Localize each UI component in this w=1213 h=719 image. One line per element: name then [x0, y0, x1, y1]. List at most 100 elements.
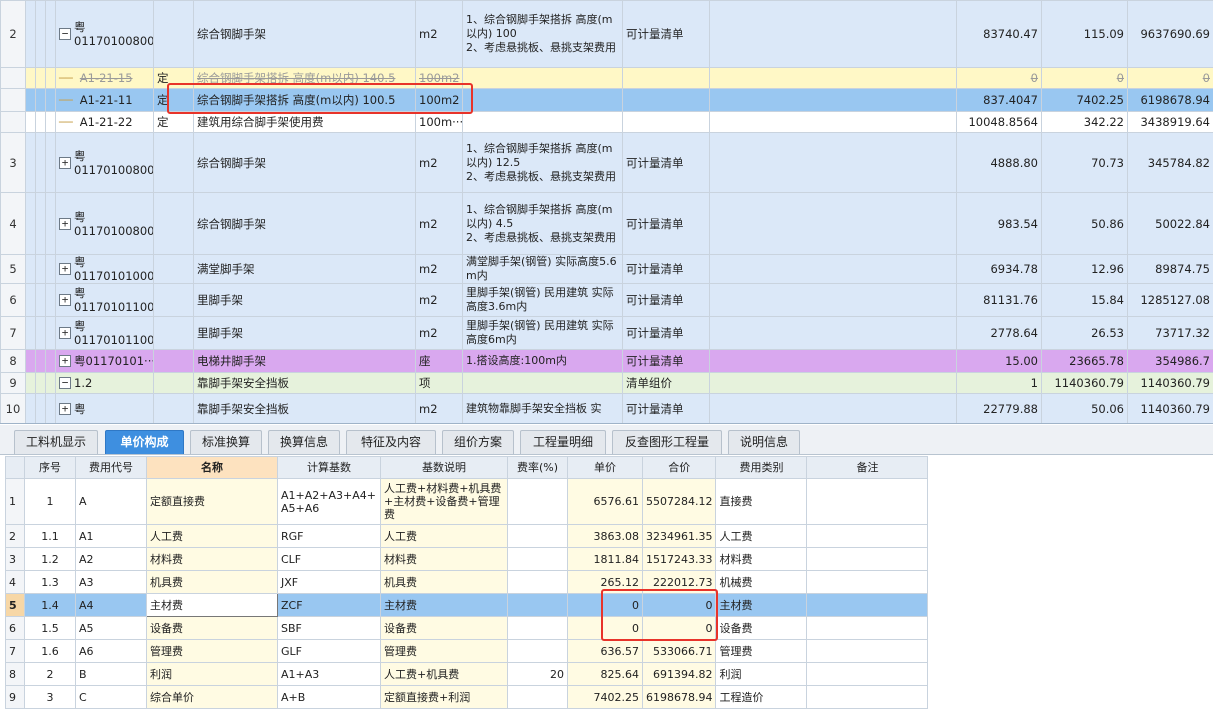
fee-remark[interactable]: [806, 570, 929, 594]
fee-remark[interactable]: [806, 616, 929, 640]
header-total-price[interactable]: 合价: [641, 456, 717, 479]
fee-remark[interactable]: [806, 593, 929, 617]
fee-base-desc[interactable]: 主材费: [380, 593, 508, 617]
fee-calc-base[interactable]: RGF: [277, 524, 381, 548]
item-code-cell[interactable]: −1.2: [55, 372, 154, 394]
bill-row[interactable]: 5 + 粤 011701010001 满堂脚手架 m2 满堂脚手架(钢管) 实际高度5.6m…: [0, 254, 1213, 284]
item-feature[interactable]: [462, 67, 623, 89]
fee-seq[interactable]: 1.5: [24, 616, 76, 640]
fee-row[interactable]: 2 1.1 A1 人工费 RGF 人工费 3863.08 3234961.35 人工费: [5, 524, 929, 548]
fee-code[interactable]: A1: [75, 524, 147, 548]
fee-calc-base[interactable]: SBF: [277, 616, 381, 640]
item-unit[interactable]: m2: [415, 192, 463, 255]
item-feature[interactable]: 满堂脚手架(钢管) 实际高度5.6m内: [462, 254, 623, 284]
bill-row[interactable]: 6 + 粤 011701011001 里脚手架 m2 里脚手架(钢管) 民用建筑 实际高度3…: [0, 283, 1213, 317]
item-feature[interactable]: 1、综合钢脚手架搭拆 高度(m以内) 100 2、考虑悬挑板、悬挑支架费用: [462, 0, 623, 68]
row-number[interactable]: 5: [0, 254, 26, 284]
fee-category[interactable]: 管理费: [715, 639, 808, 663]
item-unit[interactable]: m2: [415, 254, 463, 284]
fee-seq[interactable]: 1.1: [24, 524, 76, 548]
fee-seq[interactable]: 1.3: [24, 570, 76, 594]
expand-icon[interactable]: +: [59, 327, 71, 339]
item-category[interactable]: 可计量清单: [622, 254, 710, 284]
fee-seq[interactable]: 3: [24, 685, 76, 709]
fee-base-desc[interactable]: 设备费: [380, 616, 508, 640]
fee-calc-base[interactable]: JXF: [277, 570, 381, 594]
row-number[interactable]: 4: [0, 192, 26, 255]
item-code-cell[interactable]: + 粤 011701008003: [55, 192, 154, 255]
fee-code[interactable]: A4: [75, 593, 147, 617]
item-feature[interactable]: 建筑物靠脚手架安全挡板 实: [462, 393, 623, 423]
header-remark[interactable]: 备注: [806, 456, 929, 479]
header-calc-base[interactable]: 计算基数: [277, 456, 381, 479]
item-category[interactable]: [622, 67, 710, 89]
bill-row[interactable]: 3 + 粤 011701008002 综合钢脚手架 m2 1、综合钢脚手架搭拆 高度(m以内…: [0, 132, 1213, 193]
header-fee-code[interactable]: 费用代号: [75, 456, 147, 479]
fee-name[interactable]: 机具费: [146, 570, 278, 594]
item-quantity[interactable]: 4888.80: [956, 132, 1042, 193]
item-code-cell[interactable]: ── A1-21-22: [55, 111, 154, 133]
fee-row[interactable]: 8 2 B 利润 A1+A3 人工费+机具费 20 825.64 691394.82 利润: [5, 662, 929, 686]
fee-rate[interactable]: [507, 593, 568, 617]
fee-base-desc[interactable]: 材料费: [380, 547, 508, 571]
item-quantity[interactable]: 0: [956, 67, 1042, 89]
item-code-cell[interactable]: ── A1-21-11: [55, 88, 154, 112]
item-feature[interactable]: [462, 111, 623, 133]
item-quantity[interactable]: 22779.88: [956, 393, 1042, 423]
row-number[interactable]: [0, 111, 26, 133]
item-quantity[interactable]: 15.00: [956, 349, 1042, 373]
item-unit[interactable]: 项: [415, 372, 463, 394]
fee-rate[interactable]: [507, 639, 568, 663]
item-unit[interactable]: m2: [415, 283, 463, 317]
item-unit[interactable]: 100m···: [415, 111, 463, 133]
item-feature[interactable]: 里脚手架(钢管) 民用建筑 实际高度6m内: [462, 316, 623, 350]
fee-seq[interactable]: 1.4: [24, 593, 76, 617]
fee-category[interactable]: 主材费: [715, 593, 808, 617]
item-feature[interactable]: 1、综合钢脚手架搭拆 高度(m以内) 12.5 2、考虑悬挑板、悬挑支架费用: [462, 132, 623, 193]
fee-code[interactable]: A3: [75, 570, 147, 594]
item-code-cell[interactable]: + 粤 011701011001: [55, 283, 154, 317]
fee-remark[interactable]: [806, 662, 929, 686]
item-category[interactable]: 清单组价: [622, 372, 710, 394]
tab-reverse-graphic-quantity[interactable]: 反查图形工程量: [612, 430, 722, 454]
fee-row[interactable]: 1 1 A 定额直接费 A1+A2+A3+A4+A5+A6 人工费+材料费+机具费+主材费…: [5, 478, 929, 525]
expand-icon[interactable]: +: [59, 156, 71, 169]
item-quantity[interactable]: 2778.64: [956, 316, 1042, 350]
fee-base-desc[interactable]: 人工费: [380, 524, 508, 548]
fee-calc-base[interactable]: A1+A3: [277, 662, 381, 686]
item-category[interactable]: 可计量清单: [622, 316, 710, 350]
fee-seq[interactable]: 2: [24, 662, 76, 686]
item-name[interactable]: 满堂脚手架: [193, 254, 416, 284]
item-name[interactable]: 建筑用综合脚手架使用费: [193, 111, 416, 133]
tab-description[interactable]: 说明信息: [728, 430, 800, 454]
item-unit[interactable]: 座: [415, 349, 463, 373]
row-number[interactable]: 2: [0, 0, 26, 68]
fee-calc-base[interactable]: CLF: [277, 547, 381, 571]
bill-row[interactable]: ── A1-21-11 定综合钢脚手架搭拆 高度(m以内) 100.5 100m2 8…: [0, 88, 1213, 112]
fee-row[interactable]: 4 1.3 A3 机具费 JXF 机具费 265.12 222012.73 机械费: [5, 570, 929, 594]
bill-row[interactable]: 2 − 粤 011701008001 综合钢脚手架 m2 1、综合钢脚手架搭拆 高度(m以内…: [0, 0, 1213, 68]
item-code-cell[interactable]: + 粤: [55, 393, 154, 423]
item-code-cell[interactable]: + 粤 011701010001: [55, 254, 154, 284]
fee-category[interactable]: 机械费: [715, 570, 808, 594]
item-name[interactable]: 靠脚手架安全挡板: [193, 393, 416, 423]
fee-remark[interactable]: [806, 639, 929, 663]
item-category[interactable]: 可计量清单: [622, 393, 710, 423]
fee-calc-base[interactable]: A+B: [277, 685, 381, 709]
item-quantity[interactable]: 10048.8564: [956, 111, 1042, 133]
fee-remark[interactable]: [806, 547, 929, 571]
item-name[interactable]: 靠脚手架安全挡板: [193, 372, 416, 394]
expand-icon[interactable]: +: [59, 217, 71, 230]
row-number[interactable]: 10: [0, 393, 26, 423]
fee-base-desc[interactable]: 人工费+材料费+机具费+主材费+设备费+管理费: [380, 478, 508, 525]
fee-row[interactable]: 7 1.6 A6 管理费 GLF 管理费 636.57 533066.71 管理费: [5, 639, 929, 663]
fee-name[interactable]: 利润: [146, 662, 278, 686]
fee-code[interactable]: C: [75, 685, 147, 709]
fee-category[interactable]: 设备费: [715, 616, 808, 640]
bill-row[interactable]: 10 + 粤 靠脚手架安全挡板 m2 建筑物靠脚手架安全挡板 实可计量清单 22779.88…: [0, 393, 1213, 423]
item-unit[interactable]: m2: [415, 393, 463, 423]
fee-rate[interactable]: [507, 570, 568, 594]
item-quantity[interactable]: 983.54: [956, 192, 1042, 255]
bill-row[interactable]: 8 + 粤01170101··· 电梯井脚手架座 1.搭设高度:100m内 可计量清单 15…: [0, 349, 1213, 373]
bill-row[interactable]: ── A1-21-22 定建筑用综合脚手架使用费 100m··· 10048.8564…: [0, 111, 1213, 133]
